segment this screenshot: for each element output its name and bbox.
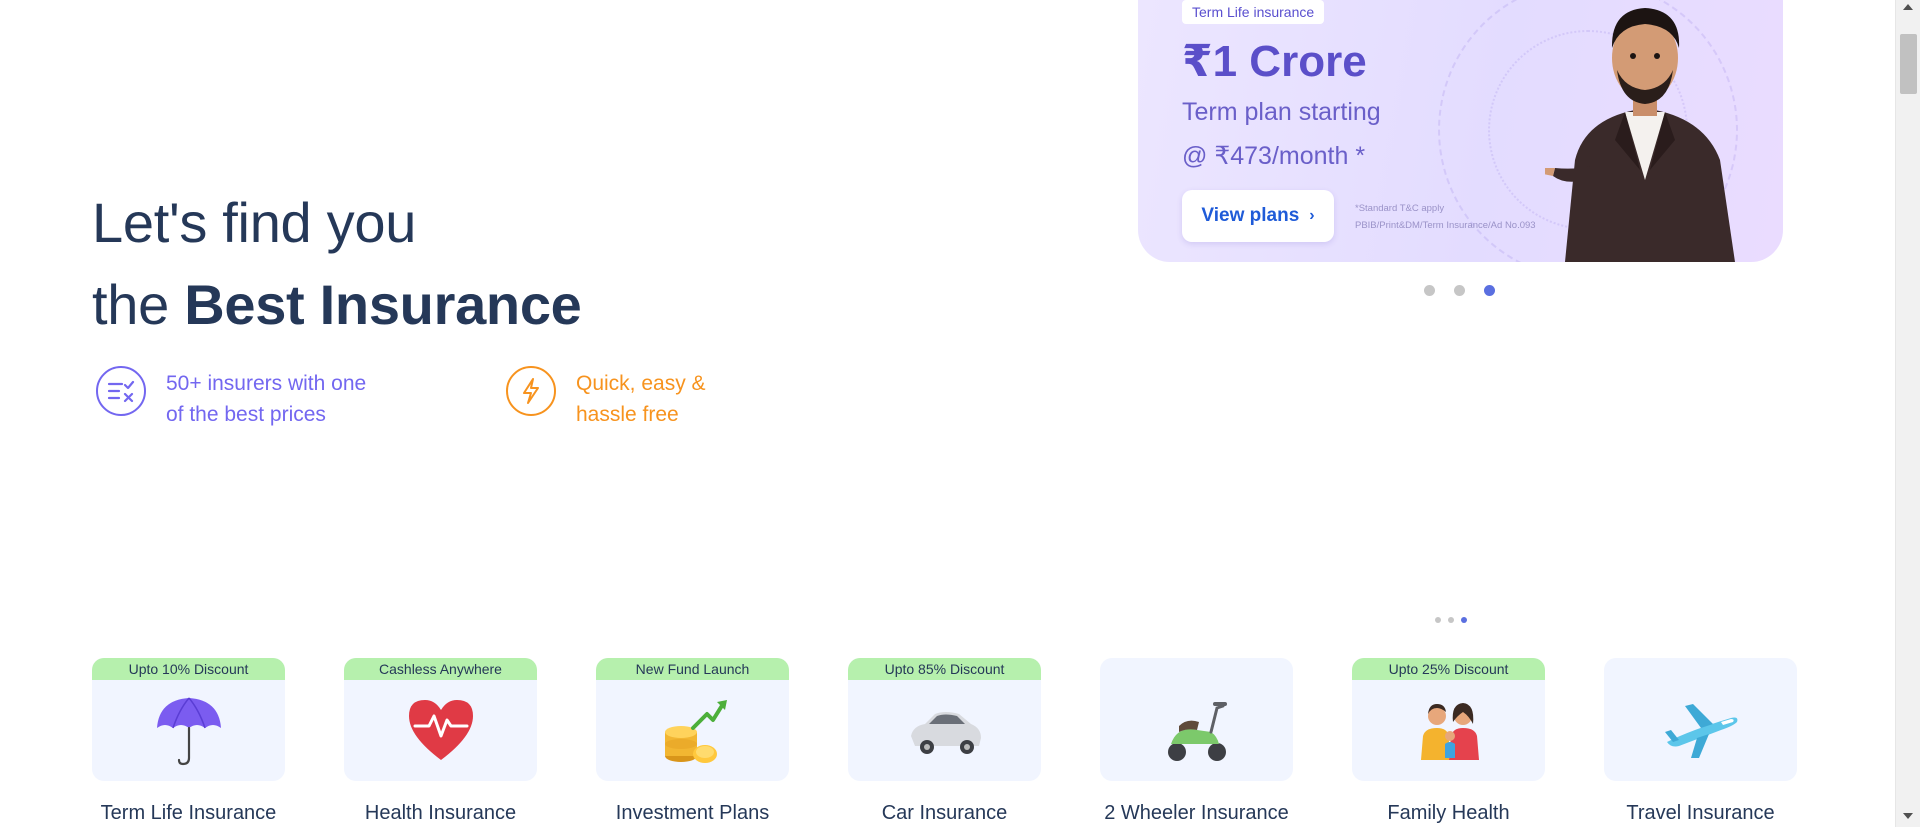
product-label[interactable]: Term Life Insurance [92,802,285,825]
banner-amount: ₹1 Crore [1182,37,1367,86]
banner-carousel-dots [1424,285,1495,296]
banner-line-1: Term plan starting [1182,98,1381,126]
products-dot-1[interactable] [1435,617,1441,623]
hero-line-1: Let's find you [92,191,417,254]
product-card-box[interactable]: Upto 10% Discount [92,658,285,781]
product-card-box[interactable] [1100,658,1293,781]
banner-tag: Term Life insurance [1182,0,1325,24]
feature-quick-line2: hassle free [576,403,679,426]
promo-banner[interactable]: Term Life insurance ₹1 Crore Term plan s… [1138,0,1783,262]
product-health[interactable]: Cashless Anywhere Health Insurance [344,658,537,825]
airplane-icon [1664,704,1737,758]
car-icon [910,712,981,754]
product-card-box[interactable]: Cashless Anywhere [344,658,537,781]
scooter-icon [1167,702,1227,761]
banner-tnc-line2: PBIB/Print&DM/Term Insurance/Ad No.093 [1355,220,1536,231]
feature-insurers: 50+ insurers with one of the best prices [96,366,366,430]
product-badge: New Fund Launch [596,658,789,680]
products-dot-2[interactable] [1448,617,1454,623]
product-label[interactable]: Car Insurance [848,802,1041,825]
lightning-icon [506,366,556,416]
scroll-down-icon[interactable] [1903,813,1913,819]
heart-pulse-icon [408,700,473,760]
products-carousel-dots [1435,617,1467,623]
product-label[interactable]: 2 Wheeler Insurance [1100,802,1293,825]
products-dot-3[interactable] [1461,617,1467,623]
product-two-wheeler[interactable]: 2 Wheeler Insurance [1100,658,1293,825]
carousel-dot-1[interactable] [1424,285,1435,296]
brand-ambassador-image [1545,8,1735,262]
view-plans-label: View plans [1201,205,1300,226]
compare-icon [96,366,146,416]
hero-heading: Let's find you the Best Insurance [92,182,582,346]
feature-quick-line1: Quick, easy & [576,372,706,395]
product-family-health[interactable]: Upto 25% Discount Family Health [1352,658,1545,825]
product-label[interactable]: Investment Plans [596,802,789,825]
carousel-dot-3[interactable] [1484,285,1495,296]
product-badge: Upto 10% Discount [92,658,285,680]
family-icon [1420,703,1479,760]
view-plans-button[interactable]: View plans › [1182,190,1334,242]
feature-quick-text: Quick, easy & hassle free [576,368,706,430]
product-card-box[interactable]: Upto 85% Discount [848,658,1041,781]
product-label[interactable]: Health Insurance [344,802,537,825]
product-card-box[interactable]: Upto 25% Discount [1352,658,1545,781]
coins-growth-icon [664,700,727,763]
feature-insurers-line2: of the best prices [166,403,326,426]
chevron-right-icon: › [1309,207,1315,224]
product-label[interactable]: Family Health [1352,802,1545,825]
feature-insurers-text: 50+ insurers with one of the best prices [166,368,366,430]
hero-line-2-prefix: the [92,273,185,336]
hero-line-2-bold: Best Insurance [184,273,582,336]
product-car[interactable]: Upto 85% Discount Car Insurance [848,658,1041,825]
carousel-dot-2[interactable] [1454,285,1465,296]
product-badge: Upto 85% Discount [848,658,1041,680]
banner-tnc-line1: *Standard T&C apply [1355,203,1445,214]
product-card-box[interactable] [1604,658,1797,781]
banner-disclaimer: *Standard T&C apply PBIB/Print&DM/Term I… [1355,200,1536,234]
scroll-up-icon[interactable] [1903,4,1913,10]
feature-insurers-line1: 50+ insurers with one [166,372,367,395]
product-label[interactable]: Travel Insurance [1604,802,1797,825]
feature-quick: Quick, easy & hassle free [506,366,706,430]
product-badge: Cashless Anywhere [344,658,537,680]
scrollbar-thumb[interactable] [1900,34,1917,94]
page-scrollbar[interactable] [1895,0,1920,827]
product-badge: Upto 25% Discount [1352,658,1545,680]
banner-line-2: @ ₹473/month * [1182,142,1366,170]
product-card-box[interactable]: New Fund Launch [596,658,789,781]
hero-line-2: the Best Insurance [92,264,582,346]
product-term-life[interactable]: Upto 10% Discount Term Life Insurance [92,658,285,825]
product-travel[interactable]: Travel Insurance [1604,658,1797,825]
product-investment[interactable]: New Fund Launch Investment Plans [596,658,789,825]
umbrella-icon [156,697,221,766]
